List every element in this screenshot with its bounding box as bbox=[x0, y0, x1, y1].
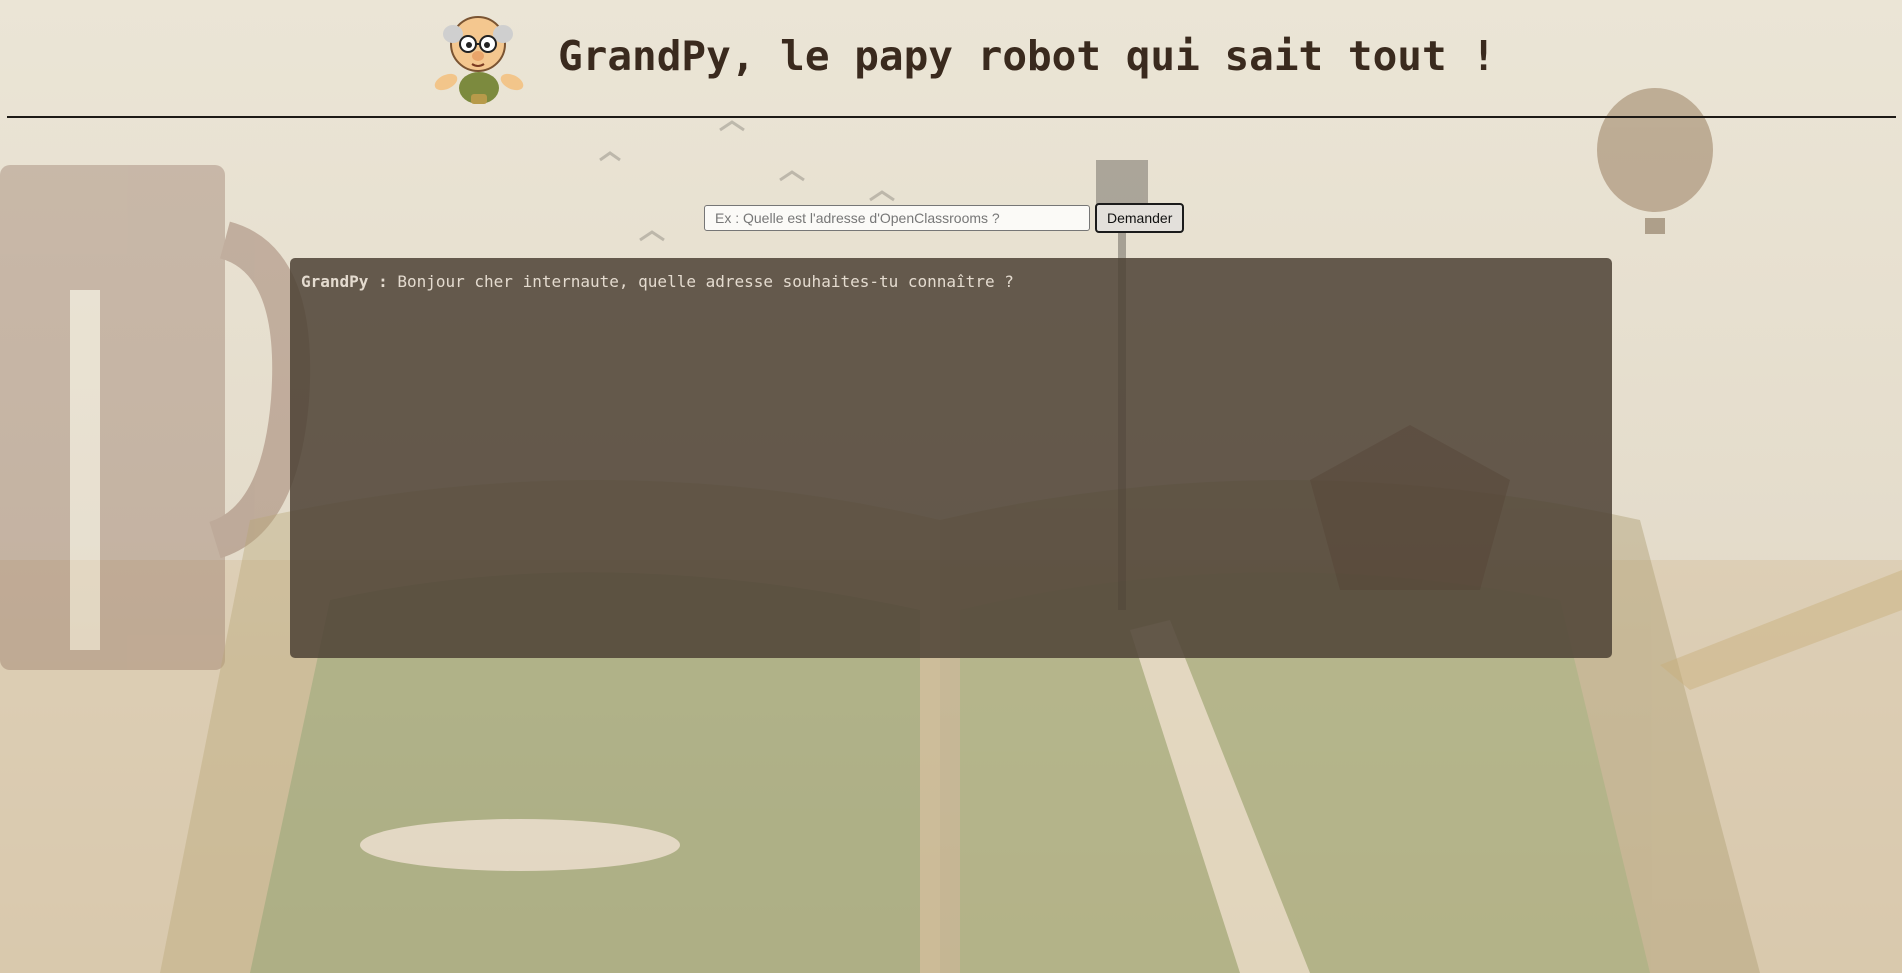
chat-message: GrandPy : Bonjour cher internaute, quell… bbox=[301, 272, 1601, 292]
page-header: GrandPy, le papy robot qui sait tout ! bbox=[0, 0, 1902, 118]
message-speaker: GrandPy : bbox=[301, 272, 388, 291]
ask-button[interactable]: Demander bbox=[1095, 203, 1185, 233]
page-title: GrandPy, le papy robot qui sait tout ! bbox=[558, 32, 1496, 80]
header-divider bbox=[7, 116, 1896, 118]
question-form: Demander bbox=[704, 203, 1185, 233]
chat-panel: GrandPy : Bonjour cher internaute, quell… bbox=[290, 258, 1612, 658]
grandpa-robot-avatar-icon bbox=[434, 16, 524, 104]
message-text: Bonjour cher internaute, quelle adresse … bbox=[397, 272, 1014, 291]
question-input[interactable] bbox=[704, 205, 1090, 231]
